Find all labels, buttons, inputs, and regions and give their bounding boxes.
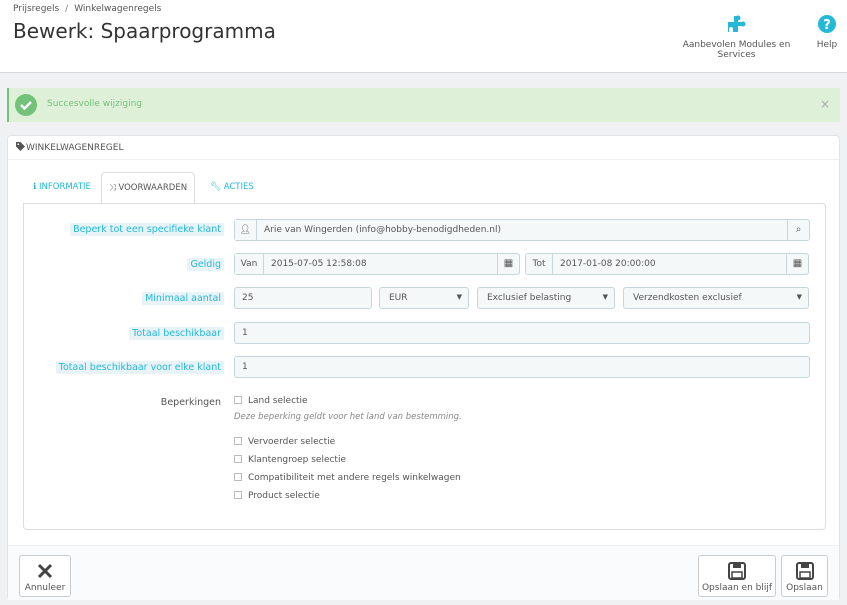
valid-from-value: 2015-07-05 12:58:08 [271, 259, 367, 269]
tab-voorwaarden[interactable]: ⤨ VOORWAARDEN [101, 172, 195, 204]
total-available-value: 1 [242, 328, 248, 338]
puzzle-icon [727, 15, 745, 32]
close-icon [37, 563, 53, 579]
cancel-button[interactable]: Annuleer [19, 555, 71, 597]
page-header: Prijsregels / Winkelwagenregels Bewerk: Sp… [0, 0, 847, 73]
minimum-amount-label: Minimaal aantal [142, 292, 224, 305]
per-customer-value: 1 [242, 362, 248, 372]
info-icon: ℹ [33, 182, 37, 192]
tab-informatie-label: INFORMATIE [39, 182, 91, 192]
per-customer-label: Totaal beschikbaar voor elke klant [55, 361, 224, 374]
group-restriction-checkbox[interactable]: Klantengroep selectie [234, 455, 346, 465]
caret-down-icon: ▼ [796, 293, 802, 301]
customer-input[interactable]: 👤︎ Arie van Wingerden (info@hobby-benodi… [234, 219, 810, 241]
shuffle-icon: ⤨ [108, 183, 116, 193]
page-title: Bewerk: Spaarprogramma [13, 19, 276, 43]
success-alert: Succesvolle wijziging × [7, 88, 840, 122]
valid-label: Geldig [187, 258, 224, 271]
save-and-stay-button[interactable]: Opslaan en blijf [698, 555, 776, 597]
product-restriction-checkbox[interactable]: Product selectie [234, 491, 320, 501]
user-icon: 👤︎ [235, 220, 257, 240]
save-and-stay-label: Opslaan en blijf [701, 583, 773, 593]
product-restriction-label: Product selectie [248, 491, 320, 501]
total-available-input[interactable]: 1 [234, 322, 810, 344]
recommended-modules-label: Aanbevolen Modules en Services [682, 40, 791, 60]
tax-select[interactable]: Exclusief belasting ▼ [477, 287, 615, 309]
cart-rule-panel: WINKELWAGENREGEL ℹ INFORMATIE ⤨ VOORWAAR… [7, 135, 840, 600]
conditions-form: Beperk tot een specifieke klant 👤︎ Arie … [23, 203, 826, 530]
calendar-icon[interactable]: ▦ [497, 254, 519, 274]
wrench-icon: 🔧︎ [210, 182, 221, 192]
panel-footer: Annuleer Opslaan en blijf Opslaan [8, 545, 839, 600]
breadcrumb-separator: / [65, 4, 69, 14]
help-icon: ? [818, 15, 836, 33]
minimum-amount-input[interactable]: 25 [234, 287, 372, 309]
country-restriction-hint: Deze beperking geldt voor het land van b… [234, 412, 462, 422]
help-button[interactable]: ? Help [812, 14, 842, 50]
tab-voorwaarden-label: VOORWAARDEN [118, 183, 188, 193]
compatibility-restriction-checkbox[interactable]: Compatibiliteit met andere regels winkel… [234, 473, 461, 483]
tab-acties-label: ACTIES [223, 182, 254, 192]
save-icon [795, 562, 814, 580]
customer-value: Arie van Wingerden (info@hobby-benodigdh… [264, 225, 501, 235]
alert-message: Succesvolle wijziging [47, 99, 142, 109]
help-label: Help [816, 40, 838, 50]
customer-label: Beperk tot een specifieke klant [70, 223, 224, 236]
shipping-value: Verzendkosten exclusief [633, 293, 742, 303]
valid-to-value: 2017-01-08 20:00:00 [560, 259, 656, 269]
save-icon [728, 562, 746, 580]
carrier-restriction-label: Vervoerder selectie [248, 437, 336, 447]
calendar-icon[interactable]: ▦ [786, 254, 808, 274]
restrictions-label: Beperkingen [160, 397, 221, 408]
country-restriction-checkbox[interactable]: Land selectie [234, 396, 308, 406]
breadcrumb-item-winkelwagenregels[interactable]: Winkelwagenregels [74, 4, 161, 14]
tab-acties[interactable]: 🔧︎ ACTIES [197, 172, 267, 204]
breadcrumb: Prijsregels / Winkelwagenregels [13, 4, 161, 14]
panel-heading: WINKELWAGENREGEL [8, 136, 839, 160]
compatibility-restriction-label: Compatibiliteit met andere regels winkel… [248, 473, 461, 483]
carrier-restriction-checkbox[interactable]: Vervoerder selectie [234, 437, 335, 447]
minimum-amount-value: 25 [242, 293, 254, 303]
caret-down-icon: ▼ [602, 293, 608, 301]
currency-select[interactable]: EUR ▼ [379, 287, 469, 309]
tag-icon [16, 142, 25, 151]
save-button[interactable]: Opslaan [781, 555, 828, 597]
total-available-label: Totaal beschikbaar [129, 327, 224, 340]
tab-informatie[interactable]: ℹ INFORMATIE [23, 172, 101, 204]
shipping-select[interactable]: Verzendkosten exclusief ▼ [623, 287, 809, 309]
save-label: Opslaan [786, 583, 823, 593]
valid-from-addon: Van [235, 254, 264, 274]
cancel-label: Annuleer [24, 583, 66, 593]
country-restriction-label: Land selectie [248, 396, 308, 406]
panel-title: WINKELWAGENREGEL [16, 142, 123, 153]
currency-value: EUR [389, 293, 408, 303]
group-restriction-label: Klantengroep selectie [248, 455, 347, 465]
caret-down-icon: ▼ [456, 293, 462, 301]
valid-from-input[interactable]: Van 2015-07-05 12:58:08 ▦ [234, 253, 520, 275]
close-icon[interactable]: × [820, 97, 830, 111]
valid-to-input[interactable]: Tot 2017-01-08 20:00:00 ▦ [525, 253, 809, 275]
valid-to-addon: Tot [526, 254, 553, 274]
search-icon[interactable]: ⌕ [787, 220, 809, 240]
breadcrumb-item-prijsregels[interactable]: Prijsregels [13, 4, 59, 14]
check-icon [15, 94, 37, 116]
panel-title-text: WINKELWAGENREGEL [26, 143, 124, 153]
tax-value: Exclusief belasting [487, 293, 572, 303]
recommended-modules-button[interactable]: Aanbevolen Modules en Services [665, 14, 808, 60]
svg-text:?: ? [823, 18, 831, 33]
per-customer-input[interactable]: 1 [234, 356, 810, 378]
